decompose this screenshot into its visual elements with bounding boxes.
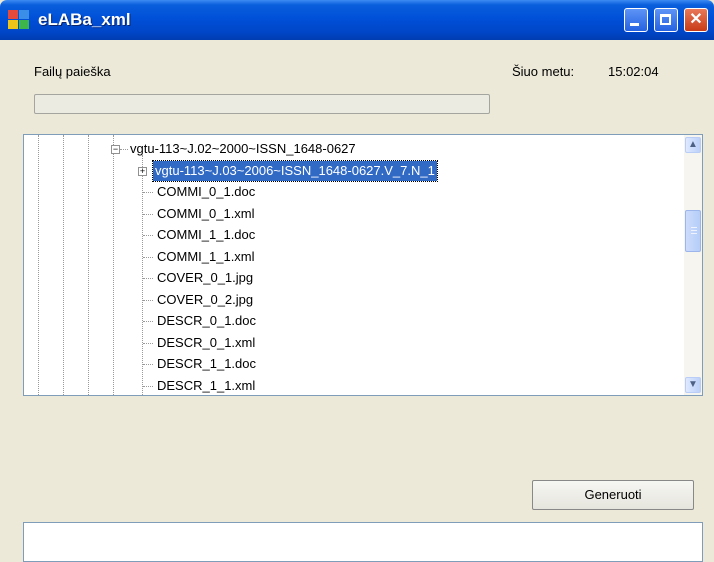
scroll-down-button[interactable]: ▼	[685, 377, 701, 393]
tree-node-label[interactable]: COMMI_0_1.xml	[155, 204, 257, 224]
time-label: Šiuo metu:	[512, 64, 575, 79]
tree-node-label[interactable]: DESCR_1_1.xml	[155, 376, 257, 396]
collapse-icon[interactable]: −	[111, 145, 120, 154]
scroll-up-button[interactable]: ▲	[685, 137, 701, 153]
tree-guide-line	[63, 135, 64, 395]
tree-node-label[interactable]: COVER_0_2.jpg	[155, 290, 255, 310]
tree-node-label[interactable]: vgtu-113~J.02~2000~ISSN_1648-0627	[128, 139, 358, 159]
tree-connector	[143, 256, 153, 258]
expand-icon[interactable]: +	[138, 166, 147, 176]
tree-connector	[143, 278, 153, 279]
generate-button[interactable]: Generuoti	[532, 480, 694, 510]
scroll-up-icon: ▲	[688, 139, 698, 150]
tree-node-label[interactable]: DESCR_0_1.doc	[155, 311, 258, 331]
tree-guide-line	[142, 155, 143, 395]
tree-connector	[143, 385, 153, 387]
scroll-thumb[interactable]	[685, 210, 701, 252]
app-icon	[8, 10, 30, 30]
search-progress-bar	[34, 94, 490, 114]
title-bar[interactable]: eLABa_xml ✕	[0, 0, 714, 40]
tree-node-label[interactable]: COMMI_0_1.doc	[155, 182, 257, 202]
tree-connector	[143, 321, 153, 322]
minimize-button[interactable]	[624, 8, 648, 32]
grip-line	[691, 227, 697, 228]
tree-node-label[interactable]: COVER_0_1.jpg	[155, 268, 255, 288]
scroll-down-icon: ▼	[688, 379, 698, 390]
tree-node-label[interactable]: DESCR_0_1.xml	[155, 333, 257, 353]
grip-line	[691, 230, 697, 231]
tree-connector	[143, 192, 153, 193]
tree-vertical-scrollbar[interactable]: ▲ ▼	[684, 135, 702, 395]
tree-guide-line	[88, 135, 89, 395]
close-icon: ✕	[689, 11, 703, 28]
tree-guide-line	[38, 135, 39, 395]
file-tree[interactable]: − vgtu-113~J.02~2000~ISSN_1648-0627 + vgtu-…	[23, 134, 703, 396]
window-title: eLABa_xml	[38, 10, 131, 29]
tree-connector	[143, 213, 153, 215]
tree-node-label[interactable]: vgtu-113~J.03~2006~ISSN_1648-0627.V_7.N_…	[152, 159, 438, 182]
search-label: Failų paieška	[34, 64, 111, 79]
tree-connector	[143, 299, 153, 301]
tree-guide-line	[113, 135, 114, 395]
tree-node-label[interactable]: COMMI_1_1.xml	[155, 247, 257, 267]
tree-connector	[143, 342, 153, 344]
tree-connector	[143, 235, 153, 236]
grip-line	[691, 233, 697, 234]
tree-connector	[120, 149, 128, 150]
tree-connector	[143, 364, 153, 365]
close-button[interactable]: ✕	[684, 8, 708, 32]
output-log-box[interactable]	[23, 522, 703, 562]
time-value: 15:02:04	[608, 64, 659, 79]
tree-node-label[interactable]: DESCR_1_1.doc	[155, 354, 258, 374]
tree-node-label[interactable]: COMMI_1_1.doc	[155, 225, 257, 245]
maximize-button[interactable]	[654, 8, 678, 32]
